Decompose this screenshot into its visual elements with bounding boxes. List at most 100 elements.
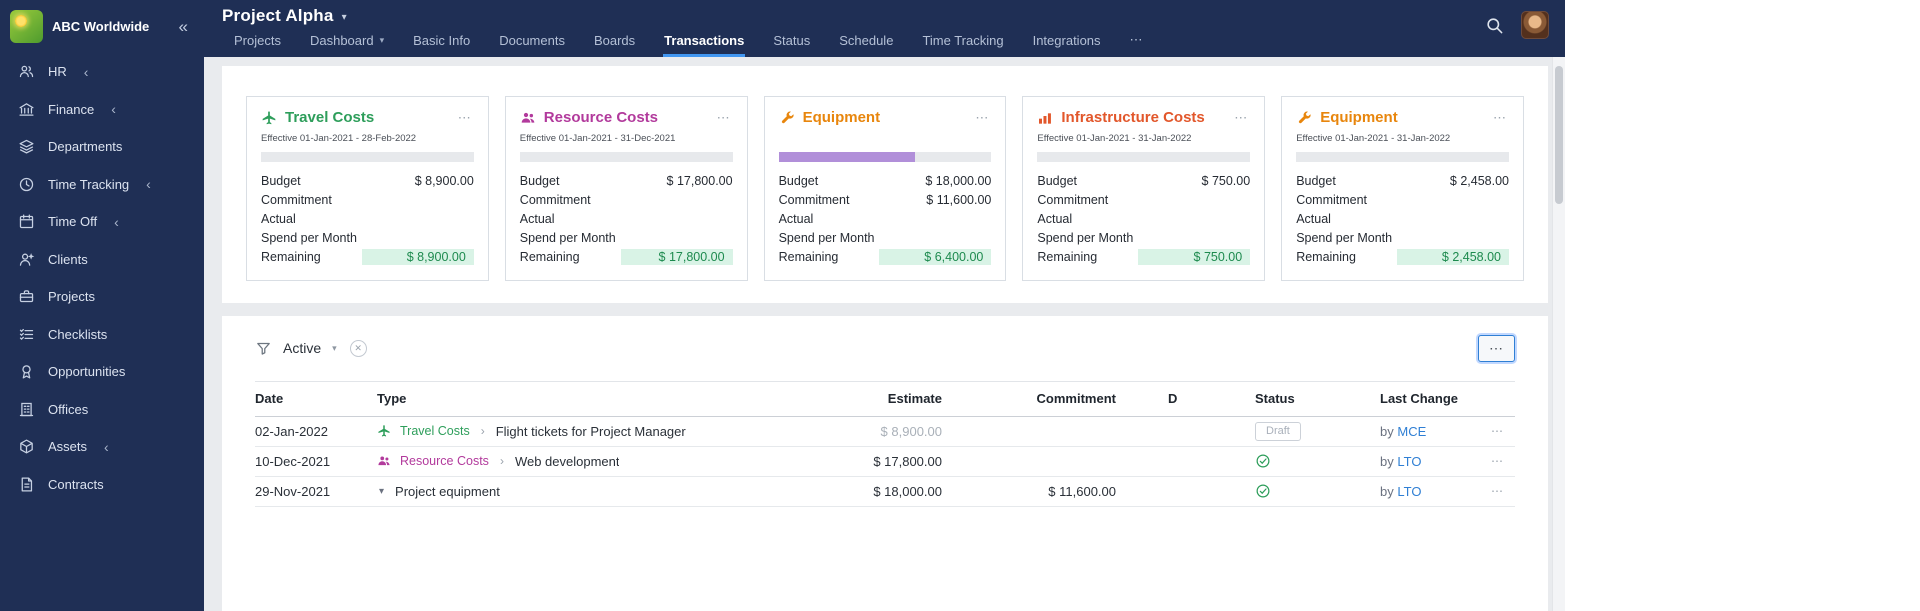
checklist-icon bbox=[17, 325, 35, 343]
card-more-icon[interactable]: ⋯ bbox=[1491, 110, 1509, 126]
sidebar-item-checklists[interactable]: Checklists bbox=[0, 316, 204, 354]
tab-overflow-more-icon[interactable]: ⋯ bbox=[1129, 28, 1144, 57]
cell-last-change: by LTO bbox=[1380, 483, 1422, 499]
row-more-icon[interactable]: ⋯ bbox=[1480, 484, 1515, 498]
filter-clear-icon[interactable]: ✕ bbox=[349, 339, 367, 357]
tab-projects[interactable]: Projects bbox=[233, 29, 282, 57]
table-row[interactable]: 10-Dec-2021 Resource Costs › Web develop… bbox=[255, 447, 1515, 477]
card-more-icon[interactable]: ⋯ bbox=[456, 110, 474, 126]
sidebar-item-opportunities[interactable]: Opportunities bbox=[0, 353, 204, 391]
scrollbar-thumb[interactable] bbox=[1555, 66, 1563, 204]
remaining-label: Remaining bbox=[1296, 249, 1356, 264]
budget-card-title[interactable]: Equipment bbox=[1320, 109, 1483, 126]
transaction-type-link[interactable]: Travel Costs bbox=[400, 424, 470, 438]
avatar[interactable] bbox=[1521, 11, 1549, 39]
caret-down-icon: ▾ bbox=[341, 11, 347, 23]
company-selector[interactable]: ABC Worldwide « bbox=[0, 0, 204, 52]
user-link[interactable]: MCE bbox=[1397, 424, 1426, 439]
budget-card-title[interactable]: Equipment bbox=[803, 109, 966, 126]
budget-card-equipment: Equipment ⋯ Budget $ 18,000.00 Commitment… bbox=[763, 96, 1007, 281]
column-header-commitment[interactable]: Commitment bbox=[942, 391, 1116, 406]
filter-bar: Active ▾ ✕ ⋯ bbox=[255, 316, 1515, 382]
row-more-icon[interactable]: ⋯ bbox=[1480, 454, 1515, 468]
sidebar-nav: HR ‹ Finance ‹ Departments Time Tracking… bbox=[0, 53, 204, 503]
sidebar-item-contracts[interactable]: Contracts bbox=[0, 466, 204, 504]
cell-status bbox=[1255, 453, 1380, 469]
spend-label: Spend per Month bbox=[261, 230, 357, 245]
cell-status: Draft bbox=[1255, 421, 1380, 441]
card-more-icon[interactable]: ⋯ bbox=[1232, 110, 1250, 126]
column-header-date[interactable]: Date bbox=[255, 391, 377, 406]
tab-time-tracking[interactable]: Time Tracking bbox=[921, 29, 1004, 57]
cell-estimate: $ 17,800.00 bbox=[873, 453, 942, 469]
sidebar-item-projects[interactable]: Projects bbox=[0, 278, 204, 316]
sidebar-item-label: Departments bbox=[48, 139, 123, 155]
card-more-icon[interactable]: ⋯ bbox=[973, 110, 991, 126]
sidebar-item-assets[interactable]: Assets ‹ bbox=[0, 428, 204, 466]
cell-last-change: by LTO bbox=[1380, 453, 1422, 469]
tab-boards[interactable]: Boards bbox=[593, 29, 636, 57]
filter-value[interactable]: Active bbox=[283, 340, 321, 356]
tab-integrations[interactable]: Integrations bbox=[1032, 29, 1102, 57]
table-row[interactable]: 02-Jan-2022 Travel Costs › Flight ticket… bbox=[255, 417, 1515, 447]
sidebar-item-finance[interactable]: Finance ‹ bbox=[0, 91, 204, 129]
budget-cards-panel: Travel Costs ⋯ Effective 01-Jan-2021 - 2… bbox=[222, 66, 1548, 303]
company-name: ABC Worldwide bbox=[52, 18, 150, 34]
sidebar-item-label: Assets bbox=[48, 439, 88, 455]
tab-transactions[interactable]: Transactions bbox=[663, 29, 746, 57]
sidebar-item-clients[interactable]: Clients bbox=[0, 241, 204, 279]
sidebar-item-time-off[interactable]: Time Off ‹ bbox=[0, 203, 204, 241]
budget-card-title[interactable]: Travel Costs bbox=[285, 109, 448, 126]
transaction-type-link[interactable]: Resource Costs bbox=[400, 454, 489, 468]
table-more-button[interactable]: ⋯ bbox=[1478, 334, 1515, 362]
column-header-status[interactable]: Status bbox=[1255, 391, 1380, 406]
submenu-chevron-icon: ‹ bbox=[114, 213, 119, 230]
actual-label: Actual bbox=[261, 211, 296, 226]
budget-label: Budget bbox=[261, 174, 301, 189]
column-header-estimate[interactable]: Estimate bbox=[807, 391, 942, 406]
user-link[interactable]: LTO bbox=[1397, 454, 1421, 469]
remaining-value: $ 17,800.00 bbox=[620, 248, 733, 265]
breadcrumb-sep-icon: › bbox=[480, 424, 485, 439]
sidebar-collapse-icon[interactable]: « bbox=[175, 16, 192, 37]
sidebar-item-label: Projects bbox=[48, 289, 95, 305]
sidebar-item-offices[interactable]: Offices bbox=[0, 391, 204, 429]
tab-documents[interactable]: Documents bbox=[498, 29, 566, 57]
caret-down-icon[interactable]: ▾ bbox=[332, 343, 337, 354]
calendar-icon bbox=[17, 213, 35, 231]
commitment-label: Commitment bbox=[519, 193, 591, 208]
card-more-icon[interactable]: ⋯ bbox=[715, 110, 733, 126]
cell-description: Project equipment bbox=[395, 483, 500, 499]
tab-status[interactable]: Status bbox=[772, 29, 811, 57]
column-header-type[interactable]: Type bbox=[377, 391, 807, 406]
tab-schedule[interactable]: Schedule bbox=[838, 29, 894, 57]
budget-label: Budget bbox=[519, 174, 560, 189]
sidebar-item-time-tracking[interactable]: Time Tracking ‹ bbox=[0, 166, 204, 204]
vertical-scrollbar[interactable] bbox=[1552, 57, 1565, 611]
column-header-last-change[interactable]: Last Change bbox=[1380, 391, 1480, 406]
table-row[interactable]: 29-Nov-2021 ▾ Project equipment $ 18,000… bbox=[255, 477, 1515, 507]
tab-dashboard[interactable]: Dashboard ▾ bbox=[309, 29, 385, 57]
budget-cards: Travel Costs ⋯ Effective 01-Jan-2021 - 2… bbox=[246, 96, 1524, 281]
wrench-icon bbox=[1296, 110, 1312, 126]
user-link[interactable]: LTO bbox=[1397, 484, 1421, 499]
project-title-dropdown[interactable]: Project Alpha ▾ bbox=[222, 6, 1549, 26]
plane-icon bbox=[261, 110, 277, 126]
budget-card-title[interactable]: Resource Costs bbox=[544, 109, 707, 126]
expand-caret-down-icon[interactable]: ▾ bbox=[377, 486, 386, 497]
remaining-label: Remaining bbox=[261, 249, 321, 264]
sidebar-item-departments[interactable]: Departments bbox=[0, 128, 204, 166]
tab-basic-info[interactable]: Basic Info bbox=[412, 29, 471, 57]
budget-card-title[interactable]: Infrastructure Costs bbox=[1061, 109, 1224, 126]
search-icon[interactable] bbox=[1485, 16, 1504, 35]
tab-bar: Projects Dashboard ▾ Basic Info Documents… bbox=[222, 28, 1549, 57]
cell-estimate: $ 18,000.00 bbox=[873, 483, 942, 499]
sidebar-item-label: Clients bbox=[48, 251, 88, 267]
column-header-d[interactable]: D bbox=[1116, 391, 1255, 406]
commitment-label: Commitment bbox=[1296, 193, 1368, 208]
row-more-icon[interactable]: ⋯ bbox=[1480, 424, 1515, 438]
remaining-label: Remaining bbox=[778, 249, 839, 264]
budget-progress-bar bbox=[778, 152, 992, 162]
sidebar-item-hr[interactable]: HR ‹ bbox=[0, 53, 204, 91]
commitment-label: Commitment bbox=[261, 193, 332, 208]
